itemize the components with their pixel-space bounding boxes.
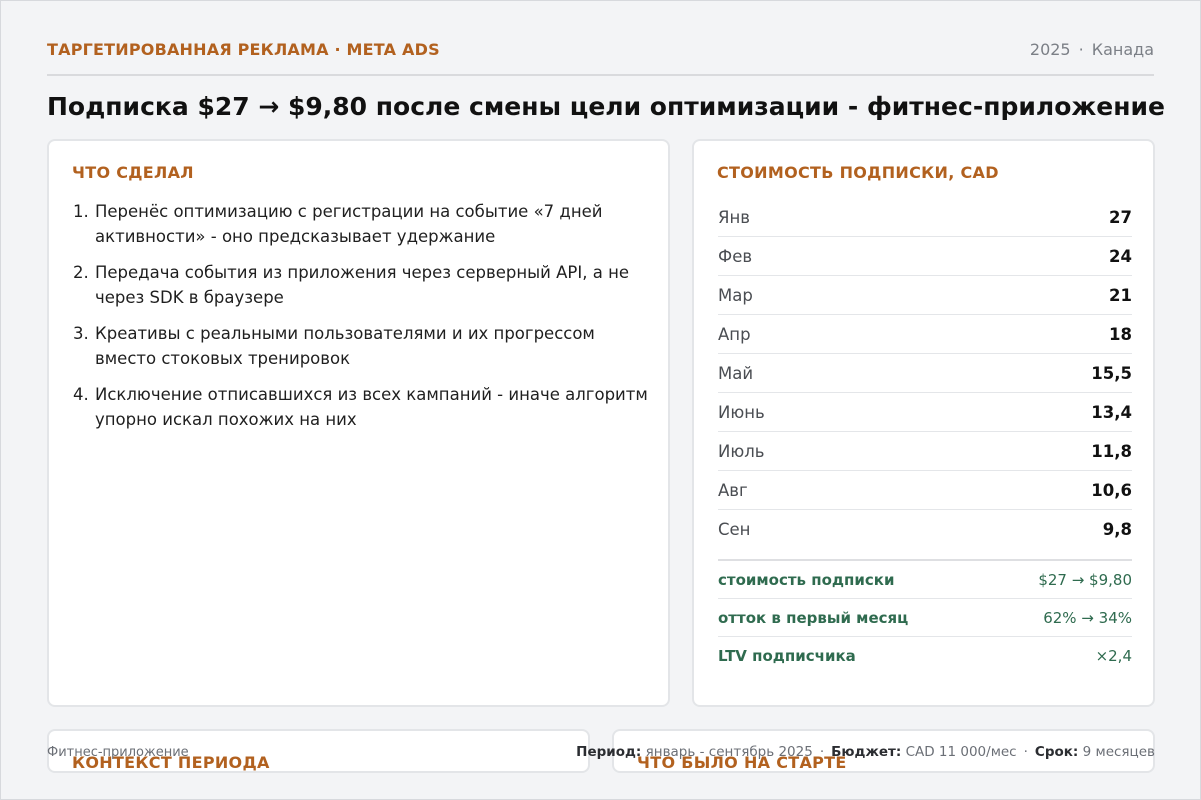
- monthly-cost-table: Янв 27 Фев 24 Мар 21 Апр 18 Май 15,5 Июнь 13,4…: [718, 198, 1132, 548]
- period-value: январь - сентябрь 2025: [645, 744, 813, 760]
- summary-value: ×2,4: [1095, 646, 1132, 665]
- month-label: Май: [718, 363, 754, 383]
- table-row: Июль 11,8: [718, 432, 1132, 471]
- month-value: 11,8: [1091, 441, 1132, 461]
- top-bar: ТАРГЕТИРОВАННАЯ РЕКЛАМА · META ADS 2025 ·…: [47, 38, 1154, 76]
- actions-heading: ЧТО СДЕЛАЛ: [72, 163, 194, 182]
- summary-row: стоимость подписки $27 → $9,80: [718, 561, 1132, 599]
- actions-list: Перенёс оптимизацию с регистрации на соб…: [73, 199, 654, 443]
- month-label: Янв: [718, 207, 750, 227]
- summary-metrics: стоимость подписки $27 → $9,80 отток в пе…: [718, 559, 1132, 674]
- month-label: Мар: [718, 285, 753, 305]
- region-label: Канада: [1091, 40, 1154, 59]
- list-item: Исключение отписавшихся из всех кампаний…: [94, 382, 654, 432]
- summary-label: стоимость подписки: [718, 570, 895, 589]
- month-label: Июль: [718, 441, 765, 461]
- summary-value: 62% → 34%: [1043, 608, 1132, 627]
- table-row: Апр 18: [718, 315, 1132, 354]
- footer-meta: Период: январь - сентябрь 2025 · Бюджет: C…: [576, 744, 1155, 760]
- month-value: 24: [1109, 246, 1132, 266]
- cost-heading: СТОИМОСТЬ ПОДПИСКИ, CAD: [717, 163, 999, 182]
- table-row: Сен 9,8: [718, 510, 1132, 548]
- category-kicker: ТАРГЕТИРОВАННАЯ РЕКЛАМА · META ADS: [47, 40, 440, 59]
- separator-dot: ·: [819, 744, 825, 760]
- month-value: 27: [1109, 207, 1132, 227]
- month-value: 13,4: [1091, 402, 1132, 422]
- header-meta: 2025 · Канада: [1030, 40, 1154, 59]
- footer-project-label: Фитнес-приложение: [47, 745, 189, 760]
- actions-card: ЧТО СДЕЛАЛ Перенёс оптимизацию с регистр…: [47, 139, 670, 707]
- month-value: 10,6: [1091, 480, 1132, 500]
- year-label: 2025: [1029, 40, 1071, 59]
- month-label: Июнь: [718, 402, 765, 422]
- month-label: Апр: [718, 324, 751, 344]
- month-label: Сен: [718, 519, 751, 539]
- budget-value: CAD 11 000/мес: [905, 744, 1017, 760]
- list-item: Перенёс оптимизацию с регистрации на соб…: [94, 199, 654, 249]
- list-item: Креативы с реальными пользователями и их…: [94, 321, 654, 371]
- separator-dot: ·: [1023, 744, 1028, 760]
- table-row: Июнь 13,4: [718, 393, 1132, 432]
- table-row: Авг 10,6: [718, 471, 1132, 510]
- summary-label: отток в первый месяц: [718, 608, 909, 627]
- table-row: Фев 24: [718, 237, 1132, 276]
- month-label: Фев: [718, 246, 753, 266]
- list-item: Передача события из приложения через сер…: [94, 260, 654, 310]
- summary-row: LTV подписчика ×2,4: [718, 637, 1132, 674]
- month-value: 18: [1109, 324, 1132, 344]
- month-value: 9,8: [1102, 519, 1132, 539]
- month-value: 15,5: [1091, 363, 1132, 383]
- separator-dot: ·: [1078, 40, 1084, 59]
- summary-label: LTV подписчика: [718, 646, 856, 665]
- table-row: Май 15,5: [718, 354, 1132, 393]
- summary-row: отток в первый месяц 62% → 34%: [718, 599, 1132, 637]
- budget-label: Бюджет:: [831, 744, 902, 760]
- page-title: Подписка $27 → $9,80 после смены цели оп…: [47, 92, 1165, 121]
- table-row: Мар 21: [718, 276, 1132, 315]
- period-label: Период:: [576, 744, 642, 760]
- month-label: Авг: [718, 480, 748, 500]
- cost-card: СТОИМОСТЬ ПОДПИСКИ, CAD Янв 27 Фев 24 Мар 2…: [692, 139, 1155, 707]
- term-label: Срок:: [1034, 744, 1079, 760]
- term-value: 9 месяцев: [1082, 744, 1155, 760]
- table-row: Янв 27: [718, 198, 1132, 237]
- summary-value: $27 → $9,80: [1038, 570, 1132, 589]
- month-value: 21: [1109, 285, 1132, 305]
